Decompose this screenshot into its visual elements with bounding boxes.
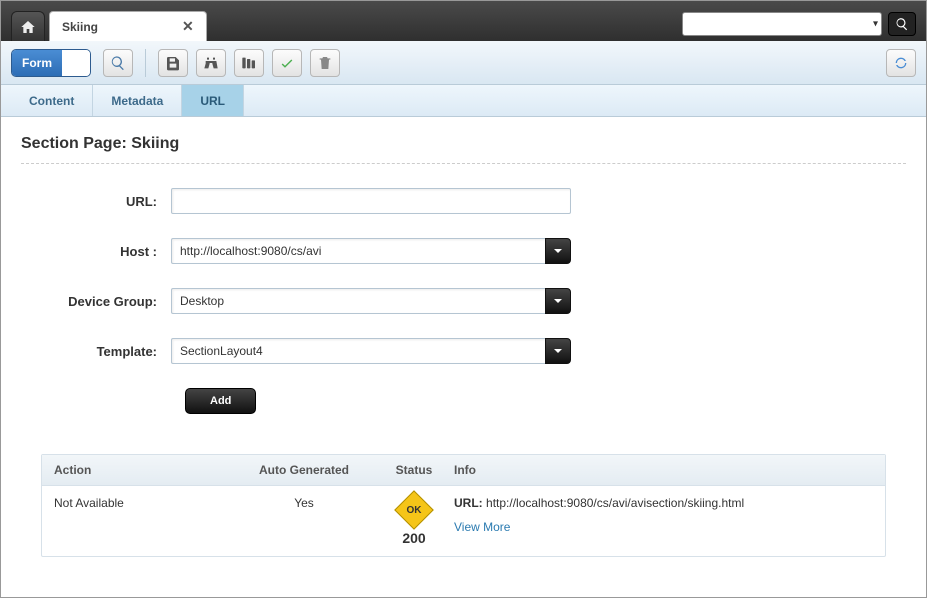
toolbar: Form [1,41,926,85]
subtabs: Content Metadata URL [1,85,926,117]
magnifier-icon [110,55,126,71]
header-info: Info [454,463,873,477]
tab-skiing[interactable]: Skiing ✕ [49,11,207,41]
info-url-value: http://localhost:9080/cs/avi/avisection/… [486,496,744,510]
header-action: Action [54,463,234,477]
row-url: URL: [21,188,906,214]
inspect-button[interactable] [103,49,133,77]
template-label: Template: [21,344,171,359]
row-template: Template: SectionLayout4 [21,338,906,364]
template-dropdown-button[interactable] [545,338,571,364]
refresh-icon [893,55,909,71]
url-input[interactable] [171,188,571,214]
tab-content[interactable]: Content [11,85,93,116]
tab-title: Skiing [62,20,98,34]
trash-icon [317,55,333,71]
global-search: ▾ [682,12,916,36]
add-button[interactable]: Add [185,388,256,414]
save-icon [165,55,181,71]
search-icon [895,17,909,31]
topbar: Skiing ✕ ▾ [1,1,926,41]
tab-url[interactable]: URL [182,85,244,116]
chevron-down-icon [553,346,563,356]
cell-auto: Yes [234,496,374,510]
host-value: http://localhost:9080/cs/avi [171,238,545,264]
search-input[interactable] [682,12,882,36]
toolbar-divider [145,49,146,77]
check-icon [279,55,295,71]
info-url-label: URL: [454,496,483,510]
refresh-button[interactable] [886,49,916,77]
device-dropdown-button[interactable] [545,288,571,314]
template-value: SectionLayout4 [171,338,545,364]
delete-button[interactable] [310,49,340,77]
status-badge: OK 200 [400,496,428,546]
device-group-select[interactable]: Desktop [171,288,571,314]
binoculars-icon [203,55,219,71]
approve-button[interactable] [272,49,302,77]
cell-info: URL: http://localhost:9080/cs/avi/avisec… [454,496,873,534]
cell-status: OK 200 [374,496,454,546]
content-area: Section Page: Skiing URL: Host : http://… [1,117,926,575]
form-toggle-label: Form [12,50,62,76]
header-auto: Auto Generated [234,463,374,477]
home-button[interactable] [11,11,45,41]
host-label: Host : [21,244,171,259]
chevron-down-icon [553,296,563,306]
devices-icon [241,55,257,71]
home-icon [20,19,36,35]
template-select[interactable]: SectionLayout4 [171,338,571,364]
form-toggle[interactable]: Form [11,49,91,77]
status-code: 200 [402,530,425,546]
host-select[interactable]: http://localhost:9080/cs/avi [171,238,571,264]
chevron-down-icon [553,246,563,256]
url-label: URL: [21,194,171,209]
row-device-group: Device Group: Desktop [21,288,906,314]
device-group-value: Desktop [171,288,545,314]
results-table: Action Auto Generated Status Info Not Av… [41,454,886,557]
close-icon[interactable]: ✕ [178,18,198,35]
search-button[interactable] [888,12,916,36]
save-button[interactable] [158,49,188,77]
page-title: Section Page: Skiing [21,135,906,153]
form-toggle-blank [62,50,90,76]
preview-button[interactable] [196,49,226,77]
results-header: Action Auto Generated Status Info [42,455,885,486]
cell-action: Not Available [54,496,234,510]
header-status: Status [374,463,454,477]
status-diamond-icon: OK [394,490,434,530]
table-row: Not Available Yes OK 200 URL: http://loc… [42,486,885,556]
devices-button[interactable] [234,49,264,77]
row-host: Host : http://localhost:9080/cs/avi [21,238,906,264]
device-group-label: Device Group: [21,294,171,309]
divider-dashed [21,163,906,164]
view-more-link[interactable]: View More [454,520,510,534]
status-badge-text: OK [407,505,422,516]
tab-metadata[interactable]: Metadata [93,85,182,116]
host-dropdown-button[interactable] [545,238,571,264]
search-dropdown-icon[interactable]: ▾ [873,19,878,30]
